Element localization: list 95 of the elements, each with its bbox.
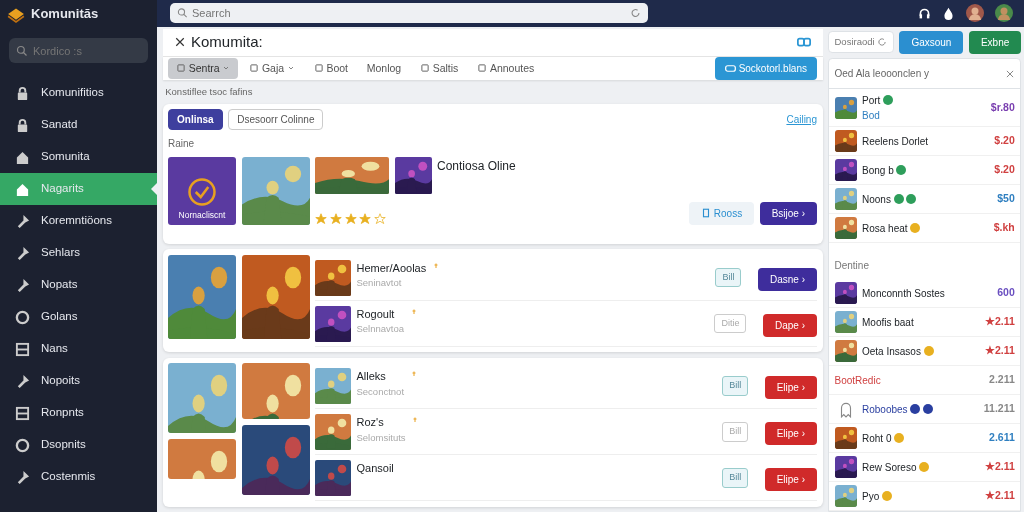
app-name: Komunitās bbox=[31, 5, 99, 24]
toolbar-tab[interactable]: Monlog bbox=[358, 57, 410, 80]
sidebar-item[interactable]: Nopoits bbox=[0, 365, 157, 397]
row-subtitle: Seninavtot bbox=[356, 276, 403, 290]
section-label: Dentine bbox=[834, 258, 869, 273]
row-button[interactable]: Elipe › bbox=[764, 468, 817, 491]
item-name: Reelens Dorlet bbox=[862, 134, 929, 149]
item-name: BootRedic bbox=[834, 373, 881, 388]
price: $.kh bbox=[993, 220, 1015, 236]
list-item[interactable]: Oeta Insasos ★2.11 bbox=[829, 337, 1021, 366]
sidebar-item[interactable]: Nans bbox=[0, 333, 157, 365]
price: 11.211 bbox=[983, 401, 1015, 417]
list-item[interactable]: Roht 0 2.611 bbox=[829, 424, 1021, 453]
primary-button[interactable]: Bsijoe › bbox=[759, 201, 817, 225]
toolbar-tab[interactable]: Boot bbox=[305, 57, 356, 80]
row-title: Alleks bbox=[356, 369, 387, 384]
list-item[interactable]: Port Bod $r.80 bbox=[829, 89, 1021, 127]
panel-title: Oed Ala leooonclen y bbox=[834, 67, 929, 81]
list-item[interactable]: Reelens Dorlet $.20 bbox=[829, 127, 1021, 156]
game-title: Contiosa Oline bbox=[437, 157, 517, 175]
filter-chip[interactable]: Onlinsa bbox=[168, 109, 223, 130]
sidebar-item[interactable]: Sehlars bbox=[0, 237, 157, 269]
tag: Ditie bbox=[714, 313, 747, 333]
item-subtitle: Bod bbox=[862, 108, 881, 123]
item-name: Monconnth Sostes bbox=[862, 286, 945, 301]
item-name: Roboobes bbox=[862, 402, 908, 417]
sidebar-item[interactable]: Nopats bbox=[0, 269, 157, 301]
item-name: Noons bbox=[862, 192, 891, 207]
toolbar-button[interactable]: Exbne bbox=[968, 30, 1022, 54]
section-label: Raine bbox=[168, 136, 196, 151]
list-item[interactable]: Pyo ★2.11 bbox=[829, 482, 1021, 511]
tag: Bill bbox=[722, 468, 749, 488]
list-item[interactable]: Bong b $.20 bbox=[829, 156, 1021, 185]
sidebar-item[interactable]: Sanatd bbox=[0, 109, 157, 141]
toolbar-button[interactable]: Gaxsoun bbox=[899, 30, 964, 54]
row-subtitle: Seconctnot bbox=[356, 384, 405, 399]
sidebar-item[interactable]: Somunita bbox=[0, 141, 157, 173]
row-title: Qansoil bbox=[356, 461, 394, 476]
price: ★2.11 bbox=[984, 314, 1015, 330]
price: $r.80 bbox=[990, 99, 1015, 115]
tag: Bill bbox=[722, 376, 749, 396]
item-name: Oeta Insasos bbox=[862, 344, 921, 359]
item-name: Moofis baat bbox=[862, 315, 914, 330]
toolbar-tab[interactable]: Gaja bbox=[241, 57, 303, 80]
row-title: Roz's bbox=[356, 415, 385, 430]
page-title: Komumita: bbox=[191, 32, 263, 52]
item-name: Rosa heat bbox=[862, 221, 908, 236]
row-button[interactable]: Elipe › bbox=[764, 422, 817, 445]
link[interactable]: Cailing bbox=[786, 112, 817, 127]
search-field[interactable]: Kordico :s bbox=[9, 38, 148, 63]
list-item[interactable]: Moofis baat ★2.11 bbox=[829, 308, 1021, 337]
row-button[interactable]: Dape › bbox=[763, 313, 817, 337]
sidebar-item[interactable]: Costenmis bbox=[0, 461, 157, 493]
tile-label: Nornacliscnt bbox=[178, 209, 226, 222]
row-button[interactable]: Elipe › bbox=[764, 376, 817, 399]
item-name: Port bbox=[862, 93, 881, 108]
price: ★2.11 bbox=[984, 459, 1015, 475]
price: 2.611 bbox=[989, 430, 1015, 446]
search-field[interactable]: Searrch bbox=[170, 3, 648, 24]
price: ★2.11 bbox=[984, 488, 1015, 504]
toolbar-tab[interactable]: Saltis bbox=[411, 57, 467, 80]
row-title: Rogoult bbox=[356, 306, 396, 322]
toolbar-tab[interactable]: Annoutes bbox=[469, 57, 543, 80]
text-field[interactable]: Dosiraodi bbox=[828, 31, 894, 54]
sidebar-item[interactable]: Komunifitios bbox=[0, 77, 157, 109]
list-item[interactable]: Monconnth Sostes 600 bbox=[829, 279, 1021, 308]
list-item[interactable]: Rosa heat $.kh bbox=[829, 214, 1021, 243]
row-subtitle: Selnnavtoa bbox=[356, 322, 405, 336]
price: $50 bbox=[997, 191, 1015, 207]
price: 600 bbox=[997, 285, 1015, 301]
caption: Konstiflee tsoc fafins bbox=[164, 85, 254, 100]
list-item[interactable]: Rew Soreso ★2.11 bbox=[829, 453, 1021, 482]
item-name: Pyo bbox=[862, 489, 880, 504]
tag: Bill bbox=[715, 267, 742, 287]
price: $.20 bbox=[994, 162, 1015, 178]
row-button[interactable]: Dasne › bbox=[758, 267, 817, 291]
feature-tile[interactable]: Nornacliscnt bbox=[168, 156, 236, 225]
price: $.20 bbox=[994, 133, 1015, 149]
sidebar-item[interactable]: Golans bbox=[0, 301, 157, 333]
list-item[interactable]: Roboobes 11.211 bbox=[829, 395, 1021, 424]
list-item[interactable]: Noons $50 bbox=[829, 185, 1021, 214]
item-name: Rew Soreso bbox=[862, 460, 917, 475]
item-name: Roht 0 bbox=[862, 431, 892, 446]
row-title: Hemer/Aoolas bbox=[356, 260, 427, 276]
toolbar-tab[interactable]: Sentra bbox=[168, 57, 239, 80]
price: 2.211 bbox=[989, 372, 1015, 388]
tag: Bill bbox=[722, 422, 749, 442]
row-subtitle: Selomsituts bbox=[356, 430, 406, 445]
price: ★2.11 bbox=[984, 343, 1015, 359]
sidebar-item[interactable]: Ronpnts bbox=[0, 397, 157, 429]
sidebar-item[interactable]: Koremntiöons bbox=[0, 205, 157, 237]
filter-chip[interactable]: Dsesoorr Colinne bbox=[228, 109, 324, 130]
list-item[interactable]: BootRedic 2.211 bbox=[829, 366, 1021, 395]
sidebar-item[interactable]: Dsopnits bbox=[0, 429, 157, 461]
item-name: Bong b bbox=[862, 163, 894, 178]
